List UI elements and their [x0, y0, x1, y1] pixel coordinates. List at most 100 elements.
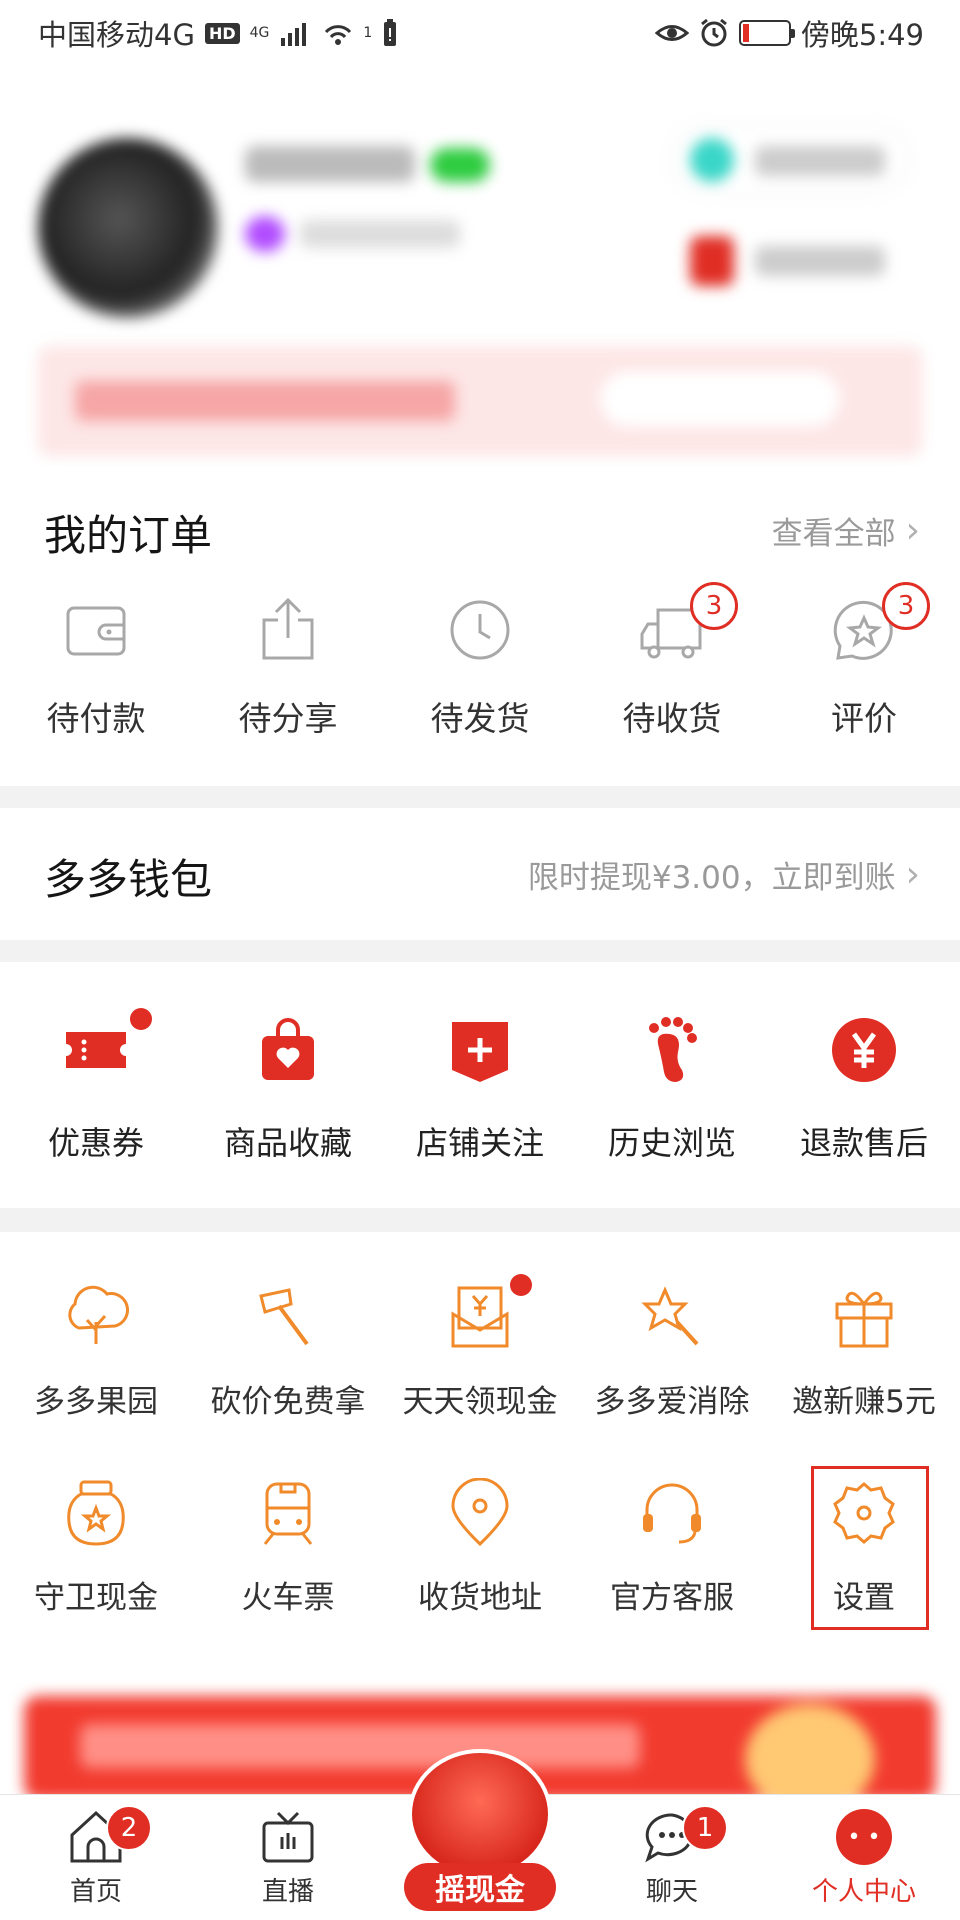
tool-bargain[interactable]: 砍价免费拿: [192, 1282, 384, 1421]
tool-daily-cash[interactable]: 天天领现金: [384, 1274, 576, 1421]
coupon-icon: [66, 1032, 126, 1068]
home-badge: 2: [106, 1805, 152, 1851]
tool-elimination-game[interactable]: 多多爱消除: [576, 1282, 768, 1421]
order-item-label: 待收货: [622, 699, 722, 738]
tool-shipping-address[interactable]: 收货地址: [384, 1478, 576, 1617]
axe-icon: [259, 1288, 309, 1346]
stat-text-2-blurred: [755, 246, 885, 276]
stat-icon-1-blurred: [690, 138, 734, 182]
stat-text-1-blurred: [755, 146, 885, 176]
service-followed-stores[interactable]: 店铺关注: [384, 1014, 576, 1164]
stat-icon-2-blurred: [690, 236, 734, 286]
wechat-tag-blurred: [430, 148, 490, 182]
clock-time: 傍晚5:49: [800, 18, 924, 52]
service-coupons[interactable]: 优惠券: [0, 1008, 192, 1164]
order-item-label: 待分享: [238, 699, 338, 738]
carrier-name: 中国移动4G: [38, 18, 195, 52]
wallet-card[interactable]: 多多钱包 限时提现¥3.00，立即到账 ›: [0, 808, 960, 940]
order-item-pending-receipt[interactable]: 3 待收货: [576, 582, 768, 740]
orders-card: 我的订单 查看全部 › 待付款 待分享 待发货 3 待收货 3 评价: [0, 466, 960, 786]
order-item-pending-share[interactable]: 待分享: [192, 594, 384, 740]
wallet-promo-text: 限时提现¥3.00，立即到账: [527, 860, 896, 896]
chat-badge: 1: [682, 1805, 728, 1851]
tool-label: 邀新赚5元: [792, 1384, 936, 1420]
clock-icon: [450, 600, 510, 660]
services-grid: 优惠券 商品收藏 店铺关注 历史浏览 退款售后: [0, 1008, 960, 1164]
network-type: 4G: [249, 25, 270, 41]
profile-icon: • •: [836, 1809, 892, 1865]
tool-invite-reward[interactable]: 邀新赚5元: [768, 1282, 960, 1421]
tool-label: 守卫现金: [34, 1580, 158, 1616]
member-info-blurred: [300, 220, 460, 248]
wifi-superscript: 1: [363, 25, 373, 41]
gift-icon: [835, 1291, 893, 1348]
tool-train-tickets[interactable]: 火车票: [192, 1478, 384, 1617]
status-right: 傍晚5:49: [654, 12, 924, 54]
member-badge-blurred: [245, 216, 285, 252]
tool-label: 多多爱消除: [594, 1384, 750, 1420]
vip-button-blurred[interactable]: [600, 371, 840, 427]
order-item-pending-payment[interactable]: 待付款: [0, 594, 192, 740]
orders-title: 我的订单: [44, 511, 213, 560]
tab-home[interactable]: 2 首页: [0, 1795, 192, 1920]
service-label: 优惠券: [47, 1124, 144, 1162]
eye-comfort-icon: [654, 25, 689, 41]
share-icon: [262, 597, 314, 660]
battery-saver-icon: [384, 19, 397, 46]
settings-highlight-box: [811, 1466, 929, 1630]
tree-icon: [68, 1285, 129, 1344]
tab-label: 首页: [69, 1877, 122, 1907]
view-all-orders-link[interactable]: 查看全部 ›: [772, 508, 920, 553]
status-bar: 中国移动4G HD 4G 1 傍晚5:49: [0, 0, 960, 66]
order-item-pending-shipment[interactable]: 待发货: [384, 594, 576, 740]
hd-badge: HD: [204, 22, 240, 44]
tool-customer-service[interactable]: 官方客服: [576, 1478, 768, 1617]
tool-label: 收货地址: [418, 1580, 542, 1616]
wallet-withdraw-link[interactable]: 限时提现¥3.00，立即到账 ›: [528, 852, 920, 897]
favorite-bag-icon: [262, 1018, 314, 1080]
daily-cash-dot: [510, 1274, 532, 1296]
username-blurred: [245, 146, 415, 182]
shake-cash-icon: [408, 1749, 552, 1879]
avatar[interactable]: [38, 138, 218, 318]
tab-profile[interactable]: • • 个人中心: [768, 1795, 960, 1920]
location-pin-icon: [451, 1478, 509, 1547]
tab-chat[interactable]: 1 聊天: [576, 1795, 768, 1920]
bottom-tab-bar: 2 首页 直播 摇现金 1 聊天 • • 个人中心: [0, 1749, 960, 1920]
chevron-right-icon: ›: [905, 854, 920, 895]
tool-guard-cash[interactable]: 守卫现金: [0, 1478, 192, 1617]
money-jar-icon: [67, 1480, 125, 1546]
order-item-label: 待发货: [430, 699, 530, 738]
order-item-review[interactable]: 3 评价: [768, 582, 960, 740]
tool-label: 火车票: [241, 1580, 335, 1616]
alarm-icon: [700, 18, 727, 47]
tool-label: 天天领现金: [402, 1384, 558, 1420]
footprint-icon: [649, 1017, 697, 1082]
signal-icon: [281, 23, 307, 46]
wallet-title: 多多钱包: [44, 855, 213, 904]
tab-live[interactable]: 直播: [192, 1795, 384, 1920]
service-history[interactable]: 历史浏览: [576, 1014, 768, 1164]
tv-icon: [262, 1811, 314, 1863]
tool-label: 砍价免费拿: [210, 1384, 366, 1420]
service-label: 商品收藏: [223, 1124, 352, 1162]
view-all-label: 查看全部: [771, 516, 896, 552]
headset-icon: [643, 1483, 701, 1544]
service-refund[interactable]: 退款售后: [768, 1014, 960, 1164]
profile-header: [0, 66, 960, 466]
service-favorites[interactable]: 商品收藏: [192, 1014, 384, 1164]
new-coupon-dot: [130, 1008, 152, 1030]
cash-envelope-icon: [451, 1286, 509, 1348]
tool-label: 多多果园: [34, 1384, 158, 1420]
review-count-badge: 3: [882, 582, 930, 630]
tool-orchard[interactable]: 多多果园: [0, 1282, 192, 1421]
store-follow-icon: [452, 1022, 508, 1082]
service-label: 退款售后: [799, 1124, 928, 1162]
tab-shake-cash[interactable]: 摇现金: [384, 1749, 576, 1920]
tools-row-1: 多多果园 砍价免费拿 天天领现金 多多爱消除 邀新赚5元: [0, 1274, 960, 1421]
order-item-label: 评价: [831, 699, 897, 738]
orders-grid: 待付款 待分享 待发货 3 待收货 3 评价: [0, 582, 960, 740]
tab-label: 直播: [261, 1877, 314, 1907]
train-icon: [263, 1482, 313, 1545]
star-wand-icon: [641, 1286, 699, 1346]
